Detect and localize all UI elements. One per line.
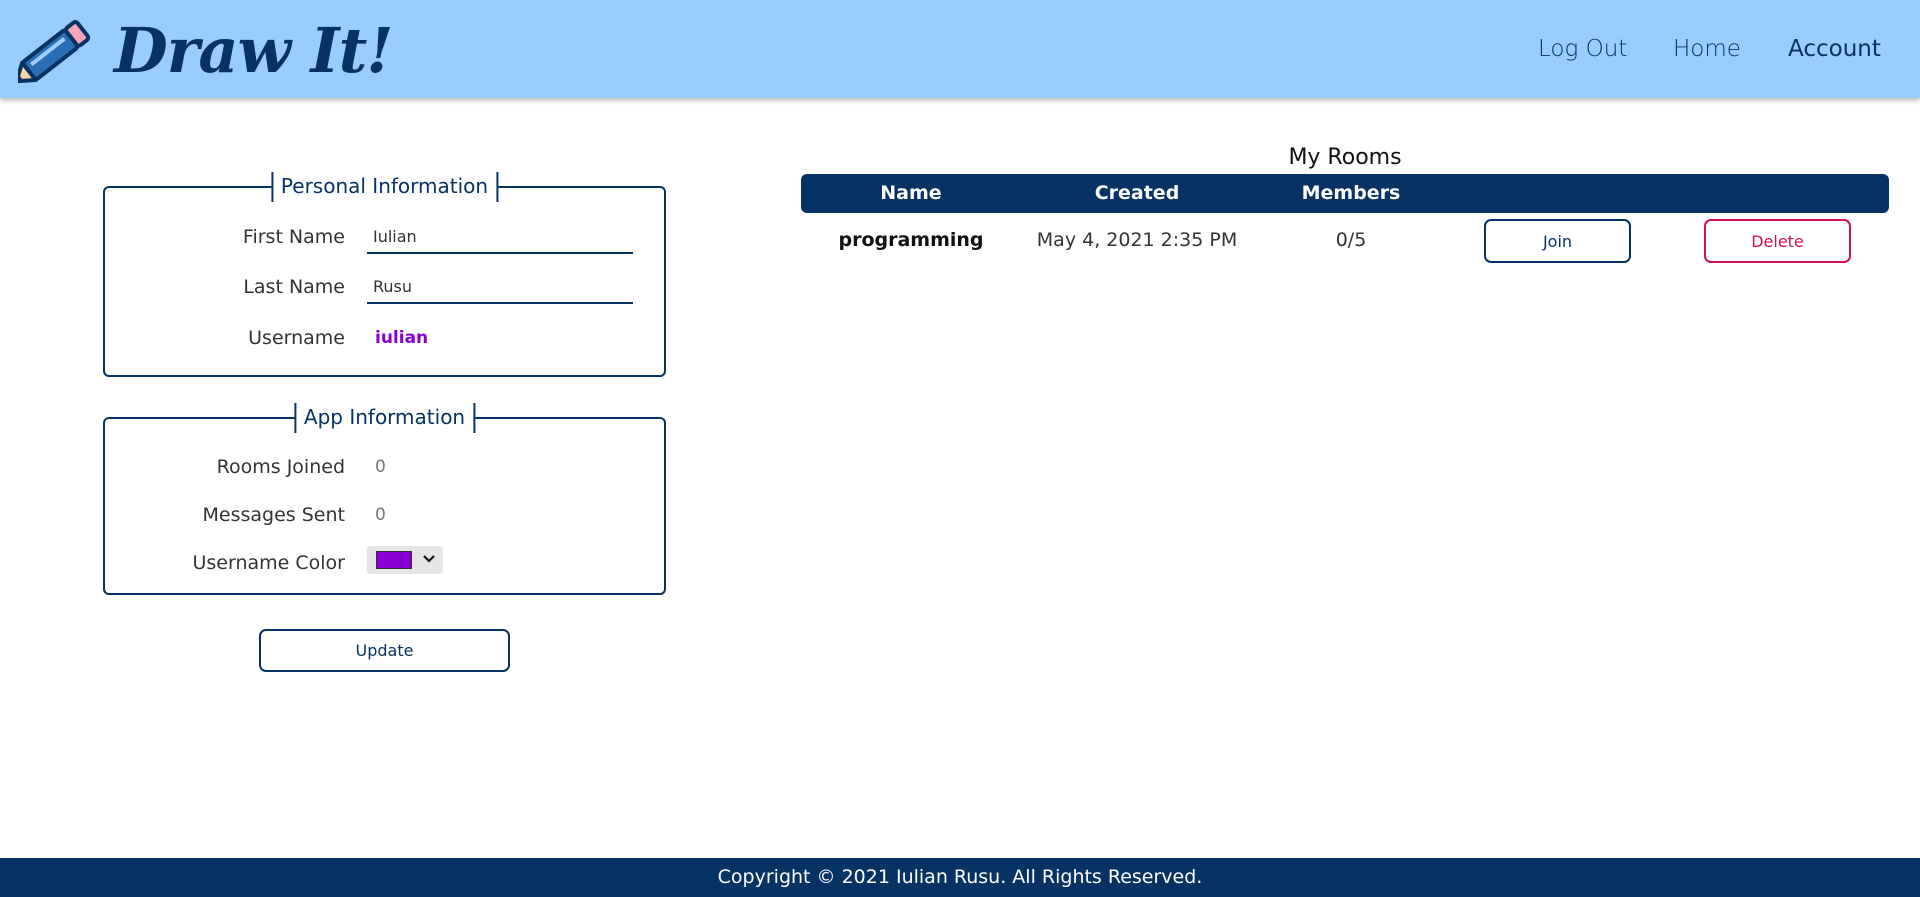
rooms-table-header: Name Created Members <box>801 174 1889 213</box>
messages-sent-label: Messages Sent <box>202 504 345 526</box>
delete-room-button[interactable]: Delete <box>1704 219 1851 263</box>
username-label: Username <box>248 327 345 349</box>
brand-title[interactable]: Draw It! <box>114 14 393 88</box>
username-color-label: Username Color <box>192 552 345 574</box>
color-swatch <box>376 551 412 569</box>
my-rooms-title: My Rooms <box>1288 145 1402 170</box>
app-information-panel: App Information Rooms Joined 0 Messages … <box>103 403 666 595</box>
footer: Copyright © 2021 Iulian Rusu. All Rights… <box>0 858 1920 897</box>
update-button[interactable]: Update <box>259 629 510 672</box>
first-name-label: First Name <box>242 226 345 248</box>
room-name: programming <box>838 229 984 251</box>
first-name-input[interactable] <box>367 220 633 254</box>
username-value: iulian <box>375 328 429 348</box>
app-information-legend: App Information <box>293 403 476 433</box>
personal-information-legend: Personal Information <box>270 172 499 202</box>
pencil-logo-icon <box>18 20 91 84</box>
username-color-picker[interactable] <box>367 546 443 574</box>
rooms-joined-value: 0 <box>375 457 386 477</box>
nav-account[interactable]: Account <box>1788 33 1881 65</box>
messages-sent-value: 0 <box>375 505 386 525</box>
room-members: 0/5 <box>1335 229 1367 251</box>
rooms-joined-label: Rooms Joined <box>216 456 345 478</box>
column-header-name: Name <box>880 182 942 204</box>
column-header-created: Created <box>1094 182 1180 204</box>
nav-log-out[interactable]: Log Out <box>1538 33 1627 65</box>
room-created: May 4, 2021 2:35 PM <box>1036 229 1238 251</box>
header: Draw It! Log Out Home Account <box>0 0 1920 98</box>
join-room-button[interactable]: Join <box>1484 219 1631 263</box>
column-header-members: Members <box>1301 182 1401 204</box>
nav-home[interactable]: Home <box>1673 33 1741 65</box>
last-name-input[interactable] <box>367 270 633 304</box>
last-name-label: Last Name <box>243 276 345 298</box>
chevron-down-icon <box>422 549 436 573</box>
personal-information-panel: Personal Information First Name Last Nam… <box>103 172 666 377</box>
